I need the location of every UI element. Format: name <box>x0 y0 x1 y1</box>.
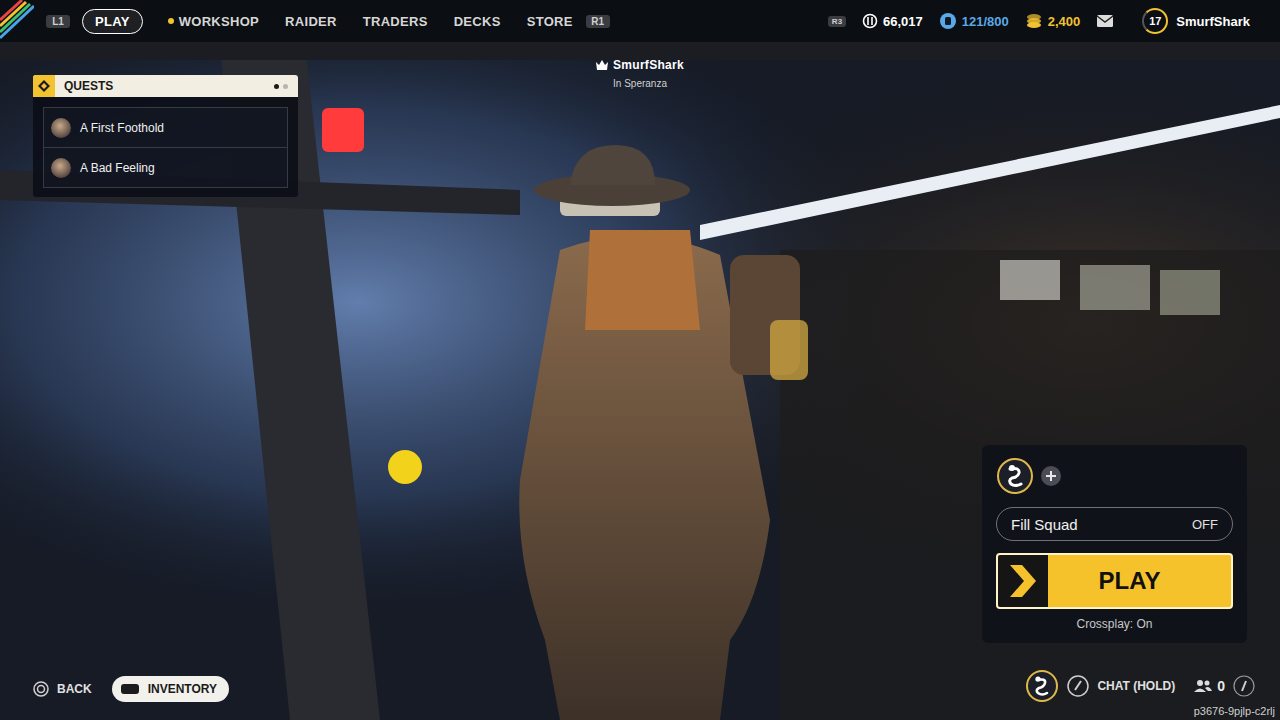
circle-button-icon <box>33 681 49 697</box>
nav-tab[interactable]: TRADERS <box>362 9 429 34</box>
quest-item[interactable]: A First Foothold <box>43 107 288 148</box>
level-badge: 17 <box>1142 8 1168 34</box>
nav-tab[interactable]: RAIDER <box>284 9 338 34</box>
r1-key: R1 <box>586 15 610 28</box>
currency: 121/800 <box>939 12 1009 30</box>
token-icon <box>939 12 957 30</box>
r3-key: R3 <box>828 16 846 27</box>
nav-tab[interactable]: PLAY <box>82 9 143 34</box>
coin-icon <box>862 13 878 29</box>
quest-giver-icon <box>51 158 71 178</box>
top-bar: L1 PLAY WORKSHOP RAIDER TRADERS DECKS ST… <box>0 0 1280 42</box>
chat-button-icon[interactable] <box>1067 675 1089 697</box>
player-tag: SmurfShark In Speranza <box>596 58 684 667</box>
quests-header: QUESTS <box>33 75 298 97</box>
mail-icon[interactable] <box>1096 14 1114 28</box>
scaffold <box>0 0 1280 720</box>
lobby-main: QUESTS A First Foothold A Bad Feeling Sm… <box>0 42 1280 667</box>
fill-squad-toggle[interactable]: Fill Squad OFF <box>996 507 1233 541</box>
friends-icon <box>1193 679 1213 693</box>
squad-panel: Fill Squad OFF PLAY Crossplay: On <box>982 445 1247 643</box>
crossplay-status: Crossplay: On <box>996 617 1233 631</box>
rainbow-logo-icon <box>0 0 34 42</box>
credit-icon <box>1025 12 1043 30</box>
page-dot[interactable] <box>274 84 279 89</box>
chevron-icon <box>998 555 1048 607</box>
currency: 2,400 <box>1025 12 1081 30</box>
yellow-lamp <box>388 450 422 484</box>
red-lamp <box>322 108 364 152</box>
l1-key: L1 <box>46 15 70 28</box>
touchpad-icon <box>120 683 140 695</box>
squad-avatar-icon[interactable] <box>996 457 1034 495</box>
nav-tab[interactable]: WORKSHOP <box>167 9 260 34</box>
lobby-screen: L1 PLAY WORKSHOP RAIDER TRADERS DECKS ST… <box>0 0 1280 720</box>
crown-icon <box>596 60 608 70</box>
session-id: p3676-9pjlp-c2rlj <box>1194 705 1275 717</box>
chat-avatar-icon[interactable] <box>1025 669 1059 703</box>
quest-giver-icon <box>51 118 71 138</box>
nav-tab[interactable]: DECKS <box>453 9 502 34</box>
chat-hint: CHAT (HOLD) <box>1097 679 1175 693</box>
inventory-button[interactable]: INVENTORY <box>112 676 229 702</box>
nav-tabs: PLAY WORKSHOP RAIDER TRADERS DECKS STORE <box>82 9 574 34</box>
quest-item[interactable]: A Bad Feeling <box>43 148 288 188</box>
bottom-bar: BACK INVENTORY CHAT (HOLD) 0 p3676-9pjlp… <box>0 667 1280 720</box>
page-dots <box>274 84 288 89</box>
friends-count[interactable]: 0 <box>1193 678 1225 694</box>
quests-panel: QUESTS A First Foothold A Bad Feeling <box>33 75 298 197</box>
stick-button-icon[interactable] <box>1233 675 1255 697</box>
add-member-icon[interactable] <box>1040 465 1062 487</box>
play-button[interactable]: PLAY <box>996 553 1233 609</box>
quest-diamond-icon <box>33 75 55 97</box>
notify-dot-icon <box>168 18 174 24</box>
raider-character <box>519 145 808 720</box>
back-button[interactable]: BACK <box>33 681 92 697</box>
nav-tab[interactable]: STORE <box>526 9 574 34</box>
username[interactable]: SmurfShark <box>1176 14 1250 29</box>
currency: 66,017 <box>862 13 923 29</box>
neon-strip <box>700 105 1280 240</box>
page-dot[interactable] <box>283 84 288 89</box>
